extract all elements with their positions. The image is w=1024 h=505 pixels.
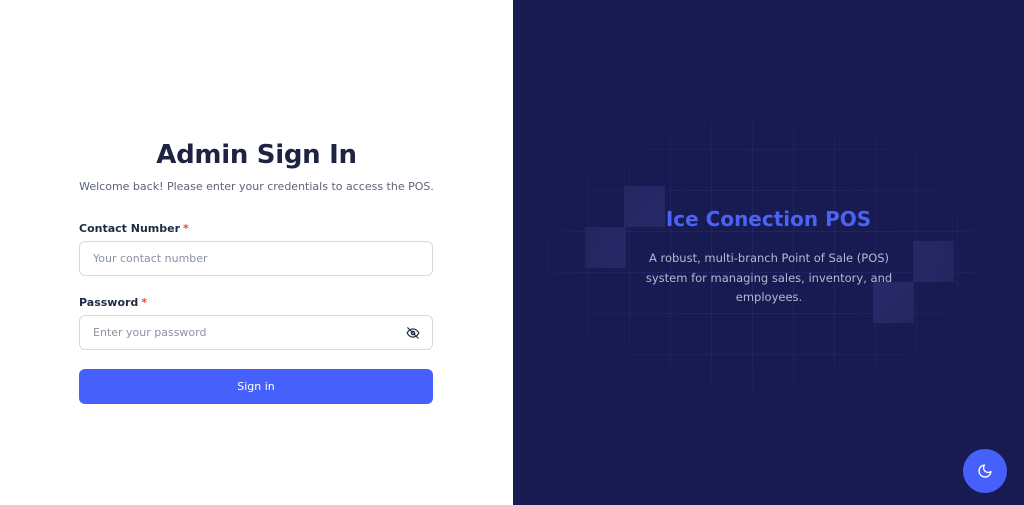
- page-title: Admin Sign In: [156, 140, 357, 170]
- contact-number-field[interactable]: [79, 241, 433, 276]
- required-mark: *: [183, 222, 189, 235]
- page-subtitle: Welcome back! Please enter your credenti…: [79, 180, 434, 193]
- required-mark: *: [141, 296, 148, 309]
- password-field[interactable]: [79, 315, 433, 350]
- brand-name: Ice Conection POS: [665, 207, 872, 231]
- theme-toggle-button[interactable]: [963, 449, 1007, 493]
- grid-highlight-cell: [585, 227, 626, 268]
- moon-icon: [978, 464, 992, 478]
- eye-off-icon[interactable]: [406, 326, 420, 340]
- brand-tagline: A robust, multi-branch Point of Sale (PO…: [645, 251, 893, 304]
- signin-panel: Admin Sign In Welcome back! Please enter…: [0, 0, 513, 505]
- contact-number-input[interactable]: [80, 242, 432, 275]
- sign-in-button[interactable]: Sign in: [79, 369, 433, 404]
- password-label-text: Password: [79, 296, 139, 309]
- contact-number-label: Contact Number *: [79, 222, 189, 235]
- grid-highlight-cell: [913, 241, 954, 282]
- hero-panel: Ice Conection POS A robust, multi-branch…: [513, 0, 1024, 505]
- password-label: Password *: [79, 296, 147, 309]
- password-input[interactable]: [80, 316, 432, 349]
- contact-number-label-text: Contact Number: [79, 222, 181, 235]
